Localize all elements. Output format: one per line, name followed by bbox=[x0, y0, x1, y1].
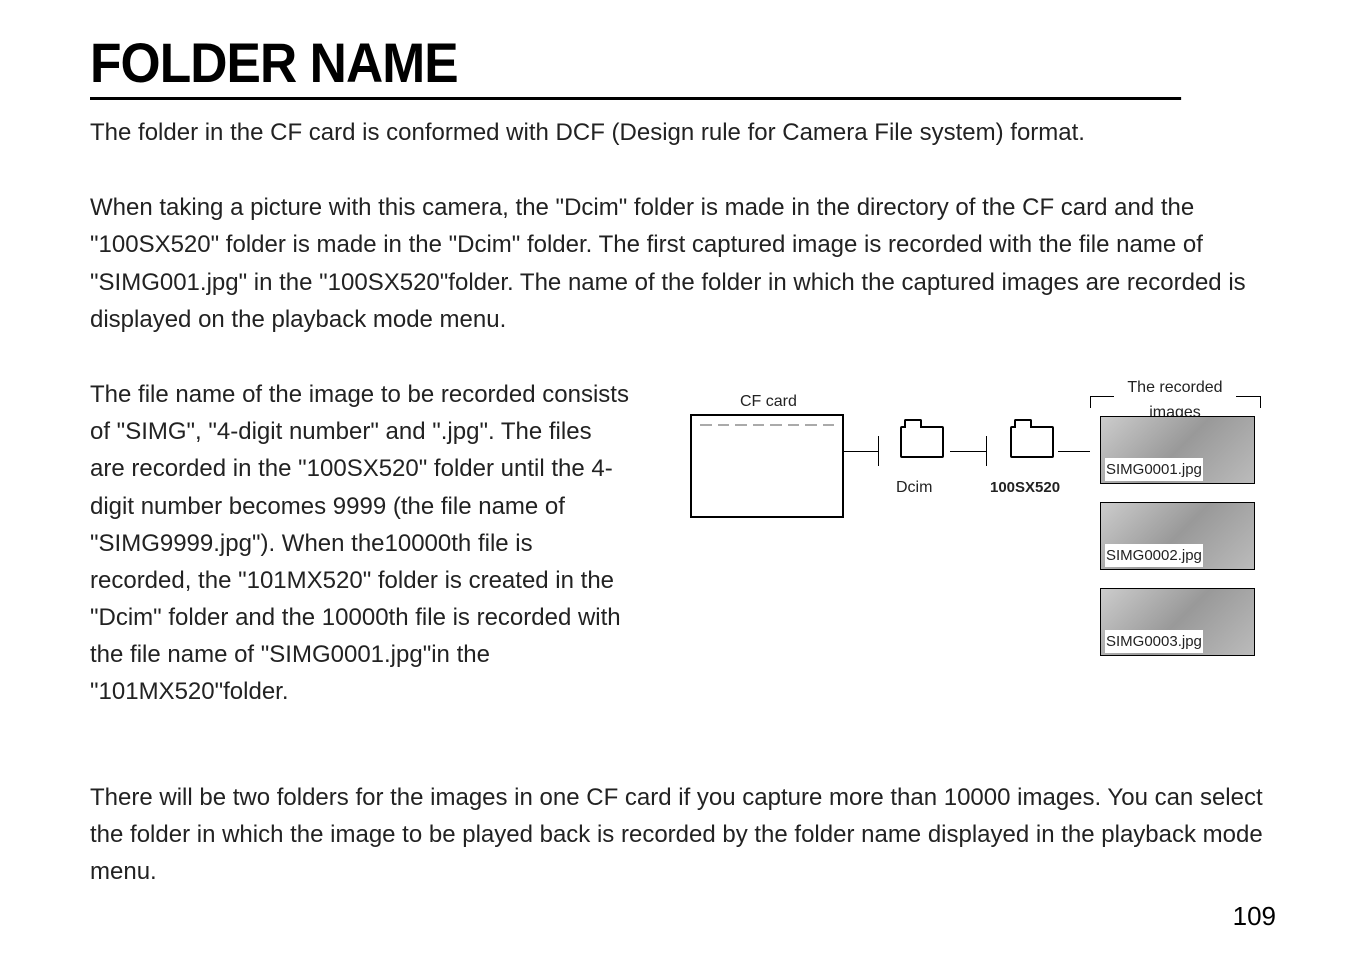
thumbnail-filename: SIMG0003.jpg bbox=[1105, 630, 1203, 653]
connector-line bbox=[950, 451, 986, 452]
body-text: The folder in the CF card is conformed w… bbox=[90, 114, 1276, 890]
connector-line bbox=[986, 436, 987, 466]
folder-icon bbox=[1010, 426, 1054, 458]
image-thumbnail: SIMG0001.jpg bbox=[1100, 416, 1255, 484]
page-number: 109 bbox=[1233, 901, 1276, 932]
dcim-folder-label: Dcim bbox=[896, 476, 932, 501]
bracket-line bbox=[1236, 396, 1260, 397]
bracket-line bbox=[1090, 396, 1091, 408]
folder-icon bbox=[900, 426, 944, 458]
document-page: FOLDER NAME The folder in the CF card is… bbox=[0, 0, 1346, 954]
paragraph-1: The folder in the CF card is conformed w… bbox=[90, 114, 1276, 151]
cf-card-label: CF card bbox=[740, 390, 797, 415]
sx-folder-label: 100SX520 bbox=[990, 476, 1060, 499]
thumbnail-filename: SIMG0001.jpg bbox=[1105, 458, 1203, 481]
folder-structure-diagram: CF card Dcim 100SX520 The recorded image… bbox=[660, 376, 1276, 696]
bracket-line bbox=[1260, 396, 1261, 408]
page-title: FOLDER NAME bbox=[90, 30, 1181, 100]
image-thumbnail: SIMG0002.jpg bbox=[1100, 502, 1255, 570]
connector-line bbox=[842, 451, 878, 452]
connector-line bbox=[878, 436, 879, 466]
paragraph-2: When taking a picture with this camera, … bbox=[90, 189, 1276, 338]
thumbnail-filename: SIMG0002.jpg bbox=[1105, 544, 1203, 567]
paragraph-4: There will be two folders for the images… bbox=[90, 779, 1276, 891]
image-thumbnail: SIMG0003.jpg bbox=[1100, 588, 1255, 656]
paragraph-3: The file name of the image to be recorde… bbox=[90, 376, 630, 711]
connector-line bbox=[1058, 451, 1090, 452]
cf-card-icon bbox=[690, 414, 844, 518]
